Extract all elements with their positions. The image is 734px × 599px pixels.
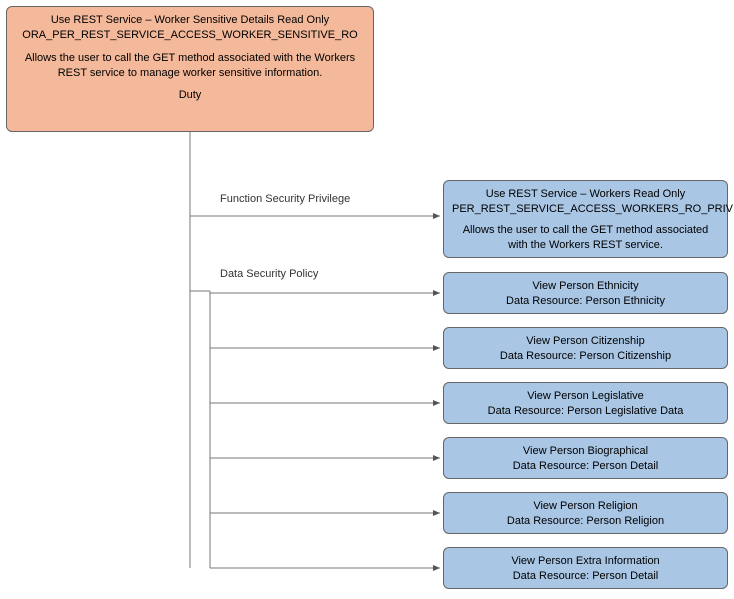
dsp-title: View Person Ethnicity	[452, 279, 719, 294]
duty-role-box: Use REST Service – Worker Sensitive Deta…	[6, 6, 374, 132]
dsp-box-2: View Person Legislative Data Resource: P…	[443, 382, 728, 424]
duty-code: ORA_PER_REST_SERVICE_ACCESS_WORKER_SENSI…	[15, 28, 365, 43]
dsp-box-4: View Person Religion Data Resource: Pers…	[443, 492, 728, 534]
dsp-title: View Person Legislative	[452, 389, 719, 404]
duty-title: Use REST Service – Worker Sensitive Deta…	[15, 13, 365, 28]
dsp-resource: Data Resource: Person Religion	[452, 514, 719, 529]
dsp-title: View Person Citizenship	[452, 334, 719, 349]
dsp-resource: Data Resource: Person Citizenship	[452, 349, 719, 364]
duty-desc: Allows the user to call the GET method a…	[15, 51, 365, 81]
dsp-title: View Person Biographical	[452, 444, 719, 459]
fsp-desc: Allows the user to call the GET method a…	[452, 223, 719, 253]
dsp-box-5: View Person Extra Information Data Resou…	[443, 547, 728, 589]
fsp-code: PER_REST_SERVICE_ACCESS_WORKERS_RO_PRIV	[452, 202, 719, 217]
dsp-box-3: View Person Biographical Data Resource: …	[443, 437, 728, 479]
duty-type: Duty	[15, 88, 365, 103]
section-label-fsp: Function Security Privilege	[220, 193, 350, 205]
dsp-resource: Data Resource: Person Legislative Data	[452, 404, 719, 419]
dsp-title: View Person Extra Information	[452, 554, 719, 569]
section-label-dsp: Data Security Policy	[220, 268, 318, 280]
fsp-title: Use REST Service – Workers Read Only	[452, 187, 719, 202]
dsp-title: View Person Religion	[452, 499, 719, 514]
dsp-box-0: View Person Ethnicity Data Resource: Per…	[443, 272, 728, 314]
dsp-resource: Data Resource: Person Ethnicity	[452, 294, 719, 309]
dsp-resource: Data Resource: Person Detail	[452, 569, 719, 584]
dsp-box-1: View Person Citizenship Data Resource: P…	[443, 327, 728, 369]
fsp-box: Use REST Service – Workers Read Only PER…	[443, 180, 728, 258]
dsp-resource: Data Resource: Person Detail	[452, 459, 719, 474]
